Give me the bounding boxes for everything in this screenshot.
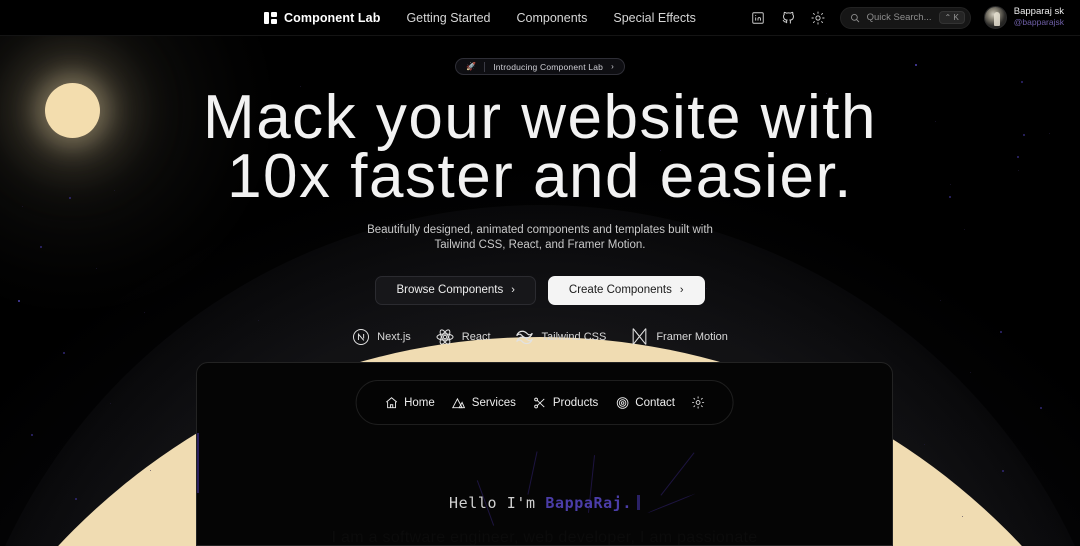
search-input[interactable]: Quick Search... ⌃ K [839, 6, 971, 29]
theme-toggle-sun-icon[interactable] [810, 9, 827, 26]
tech-label-nextjs: Next.js [377, 330, 411, 343]
nav-item-special-effects[interactable]: Special Effects [613, 11, 695, 25]
react-icon [435, 327, 455, 347]
chevron-right-icon: › [611, 62, 614, 71]
tech-item-nextjs[interactable]: Next.js [352, 328, 411, 346]
browse-components-label: Browse Components [396, 284, 504, 297]
user-handle: @bapparajsk [1013, 17, 1064, 28]
create-components-button[interactable]: Create Components › [547, 275, 705, 305]
search-shortcut-badge: ⌃ K [938, 11, 965, 24]
sun-icon [692, 396, 705, 409]
preview-nav-contact-label: Contact [635, 396, 675, 409]
deco-line [660, 452, 695, 496]
greeting-prefix: Hello I'm [449, 494, 546, 512]
create-components-label: Create Components [568, 284, 672, 297]
greeting-name: BappaRaj. [545, 494, 632, 512]
chevron-right-icon: › [679, 284, 684, 297]
scissors-icon [534, 397, 545, 408]
tailwind-icon [515, 329, 535, 345]
header-actions: Quick Search... ⌃ K Bapparaj sk @bappara… [750, 6, 1080, 29]
user-menu[interactable]: Bapparaj sk @bapparajsk [983, 6, 1064, 29]
deco-line [527, 451, 538, 495]
preview-nav-services-label: Services [471, 396, 516, 409]
headline-line-1: Mack your website with [203, 83, 877, 152]
avatar [983, 6, 1007, 29]
preview-card: Home Services Products Contact Hello I'm… [196, 362, 893, 546]
linkedin-icon[interactable] [750, 9, 767, 26]
user-meta: Bapparaj sk @bapparajsk [1013, 6, 1064, 28]
preview-greeting: Hello I'm BappaRaj. [197, 494, 892, 512]
preview-nav-contact[interactable]: Contact [615, 396, 675, 410]
preview-tagline: I am a software engineer, web developer,… [331, 529, 758, 546]
brand-logo[interactable]: Component Lab [264, 11, 380, 25]
tech-stack-row: Next.js React Tailwind CSS Framer Motion [0, 327, 1080, 347]
subtitle-line-1: Beautifully designed, animated component… [367, 223, 713, 236]
tech-item-framer-motion[interactable]: Framer Motion [630, 327, 728, 346]
home-icon [385, 396, 397, 408]
at-spiral-icon [616, 396, 629, 409]
badge-divider [484, 61, 486, 72]
badge-wrapper: 🚀 Introducing Component Lab › [0, 58, 1080, 75]
browse-components-button[interactable]: Browse Components › [375, 275, 536, 305]
preview-nav-home-label: Home [404, 396, 435, 409]
primary-nav: Getting Started Components Special Effec… [406, 11, 695, 25]
badge-label: Introducing Component Lab [493, 61, 604, 72]
tech-label-tailwind: Tailwind CSS [541, 330, 607, 343]
headline-line-2: 10x faster and easier. [227, 141, 853, 211]
cta-row: Browse Components › Create Components › [0, 275, 1080, 305]
brand-name: Component Lab [284, 10, 381, 25]
rocket-icon: 🚀 [466, 61, 477, 71]
subtitle-line-2: Tailwind CSS, React, and Framer Motion. [434, 239, 646, 252]
tech-item-react[interactable]: React [435, 327, 491, 347]
framer-motion-icon [630, 327, 649, 346]
preview-theme-toggle[interactable] [692, 396, 705, 409]
tech-item-tailwind[interactable]: Tailwind CSS [515, 329, 607, 345]
tech-label-framer-motion: Framer Motion [656, 330, 728, 343]
preview-nav-products-label: Products [552, 396, 599, 409]
chevron-right-icon: › [511, 284, 515, 297]
announcement-badge[interactable]: 🚀 Introducing Component Lab › [455, 58, 625, 75]
mountain-icon [452, 397, 466, 408]
nav-item-getting-started[interactable]: Getting Started [406, 11, 490, 25]
hero-subtitle: Beautifully designed, animated component… [0, 223, 1080, 254]
search-placeholder: Quick Search... [866, 12, 932, 23]
text-caret [637, 495, 640, 510]
preview-nav-services[interactable]: Services [452, 396, 516, 410]
preview-pill-nav: Home Services Products Contact [355, 380, 734, 425]
preview-nav-products[interactable]: Products [533, 396, 598, 410]
preview-nav-home[interactable]: Home [384, 396, 435, 410]
grid-logo-icon [264, 11, 277, 24]
deco-edge-line [197, 433, 199, 493]
top-header: Component Lab Getting Started Components… [0, 0, 1080, 36]
hero-section: 🚀 Introducing Component Lab › Mack your … [0, 58, 1080, 347]
search-icon [850, 13, 860, 23]
page-title: Mack your website with 10x faster and ea… [0, 83, 1080, 211]
nextjs-icon [352, 328, 370, 346]
nav-item-components[interactable]: Components [517, 11, 588, 25]
tech-label-react: React [461, 330, 491, 343]
github-icon[interactable] [780, 9, 797, 26]
